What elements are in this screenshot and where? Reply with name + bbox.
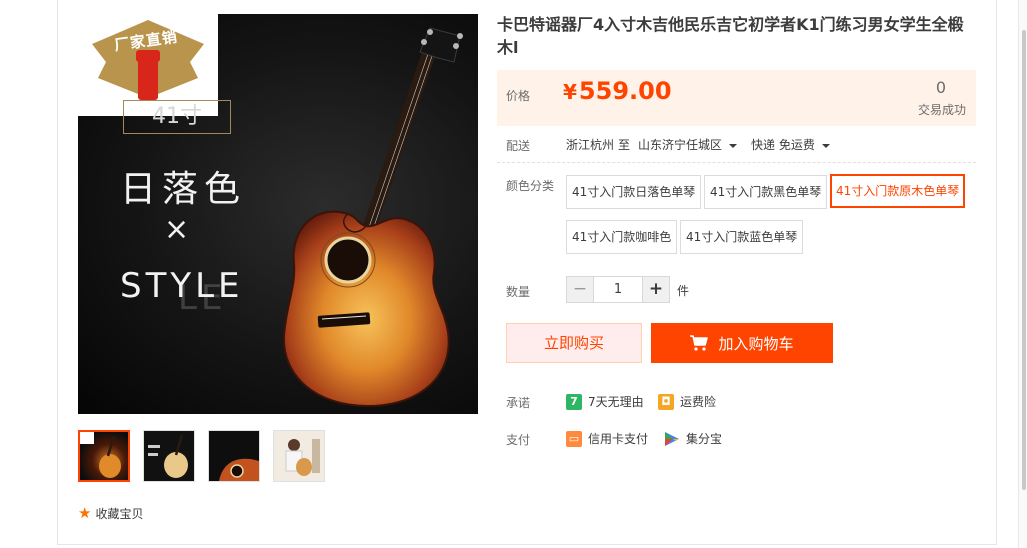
- price-amount: 559.00: [578, 77, 672, 105]
- color-option-sunset[interactable]: 41寸入门款日落色单琴: [566, 175, 702, 209]
- payment-credit-card[interactable]: ▭ 信用卡支付: [566, 430, 648, 447]
- payment-jifenbao-text: 集分宝: [686, 432, 723, 446]
- main-product-image[interactable]: 厂家直销 41寸 日落色 × LE STYLE: [78, 14, 478, 414]
- favorite-label: 收藏宝贝: [95, 507, 144, 521]
- quantity-stepper: − +: [566, 276, 670, 303]
- image-color-label: 日落色: [120, 169, 247, 210]
- price-value: ¥559.00: [563, 77, 672, 105]
- quantity-increase-button[interactable]: +: [642, 277, 669, 302]
- thumbnail-4[interactable]: [273, 430, 325, 482]
- price-box: 价格 ¥559.00 0 交易成功: [497, 70, 976, 126]
- page-scrollbar[interactable]: [1018, 0, 1027, 548]
- favorite-link[interactable]: ★ 收藏宝贝: [78, 505, 143, 522]
- thumbnail-guitar-sunburst-icon: [80, 432, 121, 478]
- destination-value: 山东济宁任城区: [638, 138, 723, 152]
- star-icon: ★: [78, 504, 92, 522]
- thumbnail-player-photo-icon: [285, 439, 320, 476]
- quantity-unit: 件: [677, 284, 690, 298]
- quantity-decrease-button[interactable]: −: [567, 277, 594, 302]
- promise-seven-day-text: 7天无理由: [588, 395, 644, 409]
- shipping-row: 浙江杭州 至 山东济宁任城区 快递 免运费: [566, 136, 830, 153]
- thumbnail-guitar-closeup-icon: [219, 458, 259, 481]
- thumbnail-2[interactable]: [143, 430, 195, 482]
- shipping-method-select[interactable]: 快递 免运费: [751, 136, 830, 153]
- quantity-input[interactable]: [594, 277, 642, 302]
- thumbnail-1[interactable]: [78, 430, 130, 482]
- shipping-method-value: 快递 免运费: [751, 138, 815, 152]
- divider: [497, 162, 976, 163]
- color-option-natural[interactable]: 41寸入门款原木色单琴: [830, 174, 966, 208]
- product-title: 卡巴特谣器厂4入寸木吉他民乐吉它初学者K1门练习男女学生全椴木l: [497, 15, 964, 57]
- color-option-black[interactable]: 41寸入门款黑色单琴: [704, 175, 828, 209]
- sold-count: 0: [935, 78, 946, 97]
- jifenbao-icon: [665, 431, 679, 446]
- currency-symbol: ¥: [563, 80, 577, 104]
- color-option-coffee[interactable]: 41寸入门款咖啡色: [566, 220, 678, 254]
- add-to-cart-button[interactable]: 加入购物车: [651, 323, 833, 363]
- sold-label: 交易成功: [917, 103, 966, 117]
- payment-jifenbao[interactable]: 集分宝: [664, 430, 722, 447]
- credit-card-icon: ▭: [566, 430, 582, 447]
- guitar-illustration: [282, 27, 463, 408]
- shipping-to-word: 至: [618, 138, 631, 152]
- payment-label: 支付: [506, 433, 531, 447]
- shipping-insurance-icon: ◘: [658, 393, 674, 410]
- promise-shipping-insurance[interactable]: ◘ 运费险: [658, 393, 716, 410]
- color-options-label: 颜色分类: [506, 179, 555, 193]
- thumbnail-guitar-natural-icon: [148, 434, 188, 478]
- payment-credit-card-text: 信用卡支付: [588, 432, 649, 446]
- thumbnail-list: [78, 430, 325, 482]
- image-times-sign: ×: [164, 212, 190, 247]
- add-to-cart-label: 加入购物车: [718, 334, 794, 353]
- quantity-label: 数量: [506, 285, 531, 299]
- destination-select[interactable]: 山东济宁任城区: [638, 136, 738, 153]
- shipping-label: 配送: [506, 139, 531, 153]
- seven-day-icon: 7: [566, 393, 582, 410]
- buy-now-button[interactable]: 立即购买: [506, 323, 642, 363]
- promise-shipping-insurance-text: 运费险: [680, 395, 717, 409]
- color-option-blue[interactable]: 41寸入门款蓝色单琴: [680, 220, 804, 254]
- chevron-down-icon: [821, 143, 830, 148]
- price-label: 价格: [506, 89, 531, 103]
- shipping-origin: 浙江杭州: [566, 138, 615, 152]
- promise-label: 承诺: [506, 396, 531, 410]
- chevron-down-icon: [729, 143, 738, 148]
- promise-seven-day[interactable]: 7 7天无理由: [566, 393, 644, 410]
- image-size-label: 41寸: [123, 100, 231, 134]
- cart-icon: [690, 335, 709, 351]
- thumbnail-3[interactable]: [208, 430, 260, 482]
- image-style-word: STYLE: [120, 266, 244, 306]
